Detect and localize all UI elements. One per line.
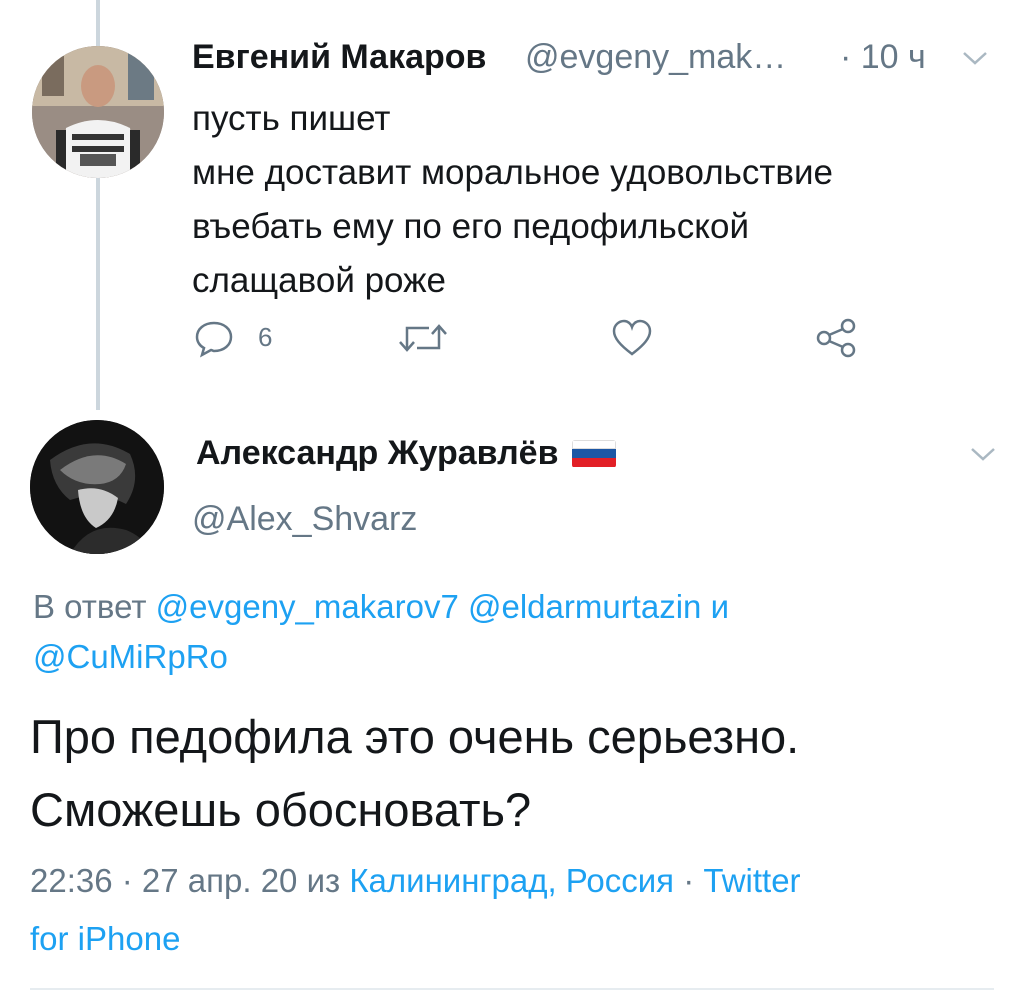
heart-icon[interactable] <box>610 318 654 358</box>
mention-link[interactable]: @evgeny_makarov7 <box>156 588 459 625</box>
tweet-body: пусть пишет мне доставит моральное удово… <box>192 92 833 308</box>
tweet-line: мне доставит моральное удовольствие <box>192 153 833 192</box>
tweet-text: Про педофила это очень серьезно. Сможешь… <box>30 700 799 846</box>
chevron-down-icon[interactable] <box>960 48 990 68</box>
source-link[interactable]: Twitter <box>703 862 800 899</box>
reply-to-line: В ответ @evgeny_makarov7 @eldarmurtazin … <box>33 582 729 682</box>
separator-dot: · <box>683 862 695 899</box>
location-link[interactable]: Калининград, Россия <box>349 862 674 899</box>
author-handle[interactable]: @Alex_Shvarz <box>192 500 417 539</box>
tweet-line: въебать ему по его педофильской <box>192 207 750 246</box>
retweet-icon[interactable] <box>395 318 451 358</box>
author-name-text[interactable]: Александр Журавлёв <box>196 434 558 473</box>
reply-prefix: В ответ <box>33 588 147 625</box>
share-icon[interactable] <box>815 318 859 358</box>
chevron-down-icon[interactable] <box>968 444 998 464</box>
tweet-time: · 10 ч <box>840 38 926 76</box>
mention-link[interactable]: @eldarmurtazin <box>468 588 701 625</box>
author-name[interactable]: Евгений Макаров <box>192 38 486 77</box>
author-handle[interactable]: @evgeny_mak… <box>525 38 786 77</box>
tweet-line: пусть пишет <box>192 99 391 138</box>
timestamp: 22:36 · 27 апр. 20 из <box>30 862 341 899</box>
tweet-line: Про педофила это очень серьезно. <box>30 710 800 763</box>
reply-count: 6 <box>258 322 273 352</box>
reply-icon[interactable] <box>192 318 236 358</box>
tweet-line: Сможешь обосновать? <box>30 783 532 836</box>
reply-and: и <box>710 588 729 625</box>
source-link[interactable]: for iPhone <box>30 920 180 957</box>
author-name[interactable]: Александр Журавлёв <box>196 434 617 473</box>
avatar-evgeny-makarov[interactable] <box>32 46 164 178</box>
russia-flag-icon <box>572 439 617 468</box>
tweet-line: слащавой роже <box>192 261 447 300</box>
tweet-meta: 22:36 · 27 апр. 20 из Калининград, Росси… <box>30 852 801 968</box>
divider <box>30 988 994 990</box>
mention-link[interactable]: @CuMiRpRo <box>33 638 228 675</box>
avatar-alexander-zhuravlev[interactable] <box>30 420 164 554</box>
